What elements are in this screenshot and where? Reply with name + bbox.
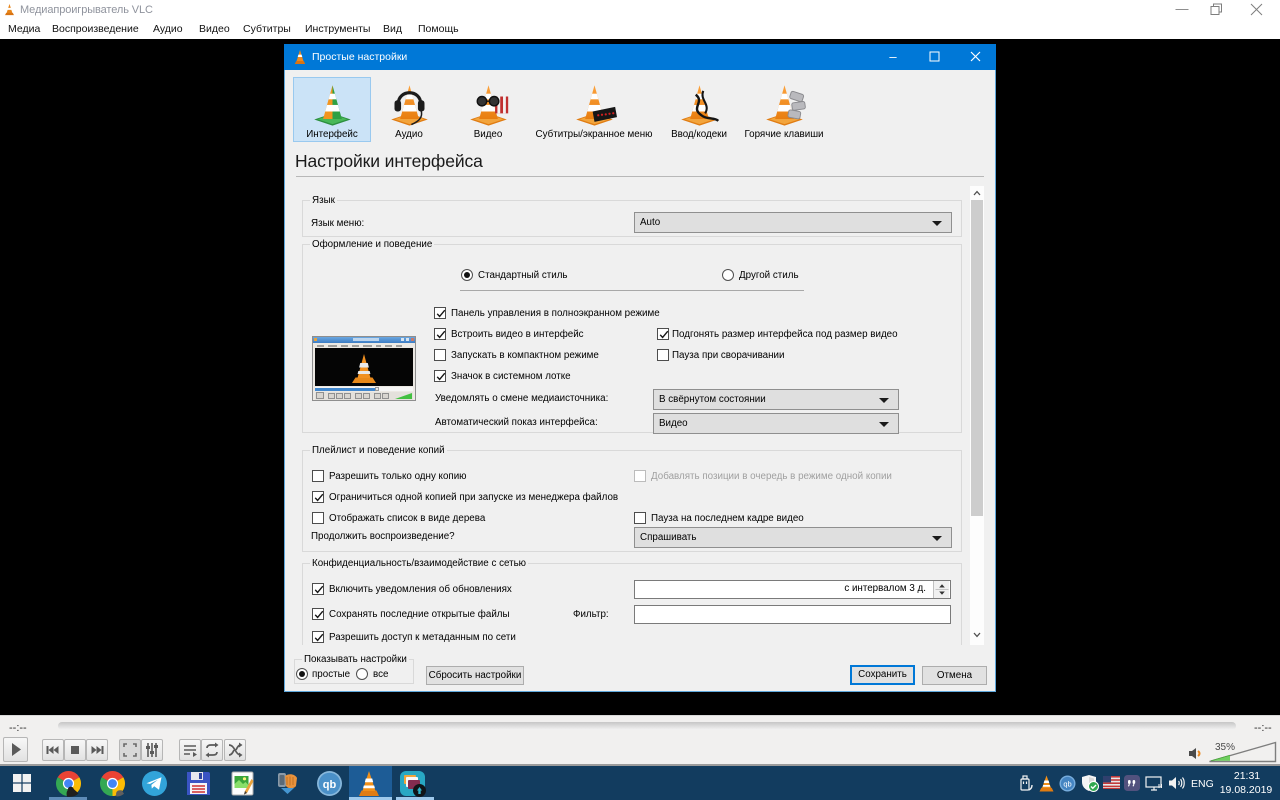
svg-text:qb: qb [323, 779, 337, 791]
svg-text:qb: qb [1063, 780, 1071, 789]
